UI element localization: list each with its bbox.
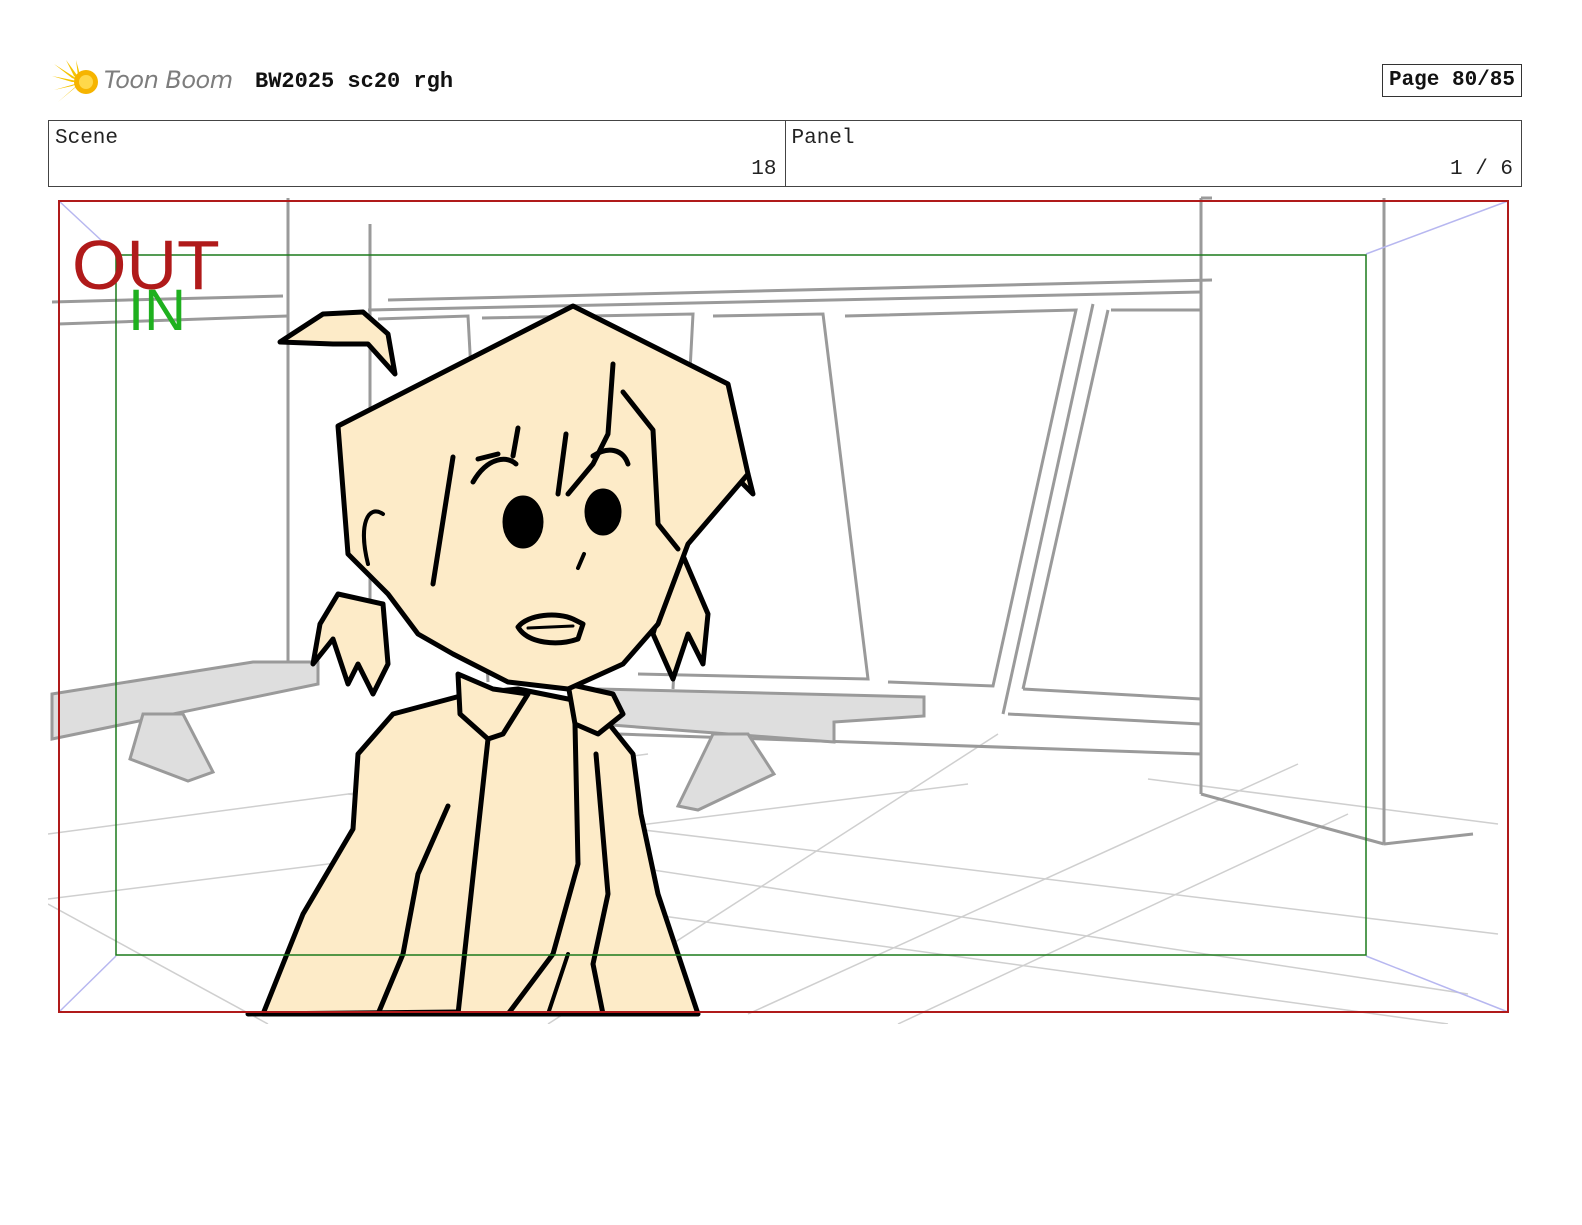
in-frame: [115, 254, 1367, 956]
panel-drawing: OUT IN: [48, 196, 1509, 1024]
scene-panel-table: Scene 18 Panel 1 / 6: [48, 120, 1522, 187]
page-counter: Page 80/85: [1381, 64, 1522, 97]
room-walls: [51, 196, 1474, 846]
starburst-logo-icon: [52, 60, 98, 102]
logo-text: Toon Boom: [104, 66, 233, 94]
document-header: Toon Boom BW2025 sc20 rgh Page 80/85: [52, 56, 1542, 108]
floor-grid: [48, 733, 1499, 1024]
character-girl: [245, 303, 756, 1017]
panel-value: 1 / 6: [1449, 158, 1513, 181]
scene-cell: Scene 18: [49, 121, 785, 186]
scene-value: 18: [751, 158, 777, 181]
document-title: BW2025 sc20 rgh: [255, 69, 454, 94]
storyboard-panel: OUT IN: [48, 194, 1522, 1024]
panel-cell: Panel 1 / 6: [784, 121, 1522, 186]
toon-boom-logo: Toon Boom: [52, 58, 242, 106]
scene-label: Scene: [55, 127, 119, 150]
in-label: IN: [128, 278, 186, 343]
panel-label: Panel: [791, 127, 855, 150]
